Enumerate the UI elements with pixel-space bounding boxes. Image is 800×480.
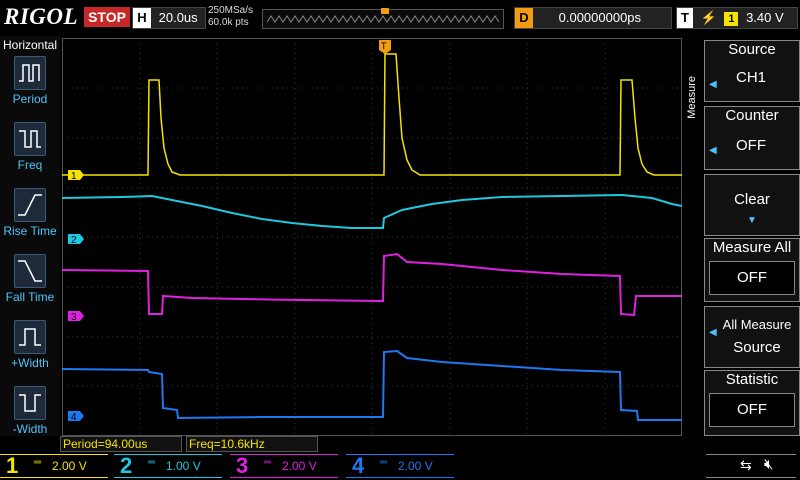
delay-value: 0.00000000ps: [558, 10, 642, 25]
statistic-value: OFF: [709, 393, 795, 427]
system-status-area: ⇆ 🔇︎: [706, 454, 796, 478]
memory-depth: 60.0k pts: [208, 17, 249, 28]
dc-coupling-icon: ═: [380, 457, 388, 468]
trigger-source: 1: [724, 12, 739, 26]
trigger-level: 3.40 V: [746, 10, 784, 25]
rise-time-icon: [14, 188, 46, 222]
speaker-muted-icon[interactable]: 🔇︎: [764, 456, 773, 473]
frequency-measurement: Freq=10.6kHz: [186, 436, 318, 452]
fall-time-icon: [14, 254, 46, 288]
frequency-icon: [14, 122, 46, 156]
svg-text:2: 2: [71, 235, 77, 246]
ch2-marker[interactable]: 2: [68, 234, 84, 246]
clear-softkey[interactable]: Clear ▼: [704, 174, 800, 236]
timebase-value: 20.0us: [158, 10, 198, 25]
ch4-marker[interactable]: 4: [68, 411, 84, 423]
trigger-label: T: [677, 8, 693, 28]
down-arrow-icon: ▼: [747, 215, 757, 226]
counter-value: OFF: [736, 137, 766, 154]
clear-heading: Clear: [734, 191, 770, 208]
ch1-trace: [62, 53, 682, 176]
memory-overview-strip: [262, 8, 504, 29]
measure-negative-width-button[interactable]: -Width: [0, 384, 60, 444]
source-softkey[interactable]: Source ◀ CH1: [704, 40, 800, 102]
all-measure-source-softkey[interactable]: ◀ All Measure Source: [704, 306, 800, 368]
waveform-display[interactable]: 1 2 3 4 T: [62, 38, 682, 436]
svg-text:1: 1: [71, 171, 77, 182]
ch1-status[interactable]: 1 ═ 2.00 V: [0, 454, 112, 478]
dc-coupling-icon: ═: [34, 457, 42, 468]
brand-logo: RIGOL: [4, 4, 79, 29]
period-icon: [14, 56, 46, 90]
measure-menu-title: Measure: [686, 76, 698, 119]
ch3-status[interactable]: 3 ═ 2.00 V: [230, 454, 342, 478]
positive-width-icon: [14, 320, 46, 354]
svg-text:T: T: [381, 41, 387, 51]
source-value: CH1: [735, 69, 766, 86]
dc-coupling-icon: ═: [264, 457, 272, 468]
menu-title: Horizontal: [2, 38, 58, 52]
graticule-grid: [62, 38, 682, 436]
counter-heading: Counter: [725, 107, 779, 124]
ch2-status[interactable]: 2 ═ 1.00 V: [114, 454, 226, 478]
delay-readout[interactable]: D 0.00000000ps: [514, 7, 672, 29]
ch4-status[interactable]: 4 ═ 2.00 V: [346, 454, 458, 478]
negative-width-icon: [14, 386, 46, 420]
all-measure-label: All Measure: [722, 317, 792, 332]
horizontal-label: H: [133, 8, 151, 28]
trigger-position-marker[interactable]: T: [379, 40, 391, 54]
measure-all-value: OFF: [709, 261, 795, 295]
measure-rise-time-button[interactable]: Rise Time: [0, 186, 60, 246]
counter-softkey[interactable]: Counter ◀ OFF: [704, 106, 800, 170]
measure-fall-time-button[interactable]: Fall Time: [0, 252, 60, 312]
svg-text:3: 3: [71, 312, 77, 323]
ch1-marker[interactable]: 1: [68, 170, 84, 182]
trigger-position-marker-small: [381, 8, 389, 14]
horizontal-measure-menu: Horizontal Period Freq Rise Time Fall Ti…: [0, 36, 60, 436]
top-status-bar: RIGOL STOP H 20.0us 250MSa/s 60.0k pts D…: [0, 0, 800, 36]
trigger-readout[interactable]: T ⚡ 1 3.40 V: [676, 7, 798, 29]
acquisition-info: 250MSa/s 60.0k pts: [208, 5, 253, 29]
statistic-softkey[interactable]: Statistic OFF: [704, 370, 800, 436]
measure-all-heading: Measure All: [712, 239, 792, 256]
usb-icon: ⇆: [740, 457, 752, 473]
all-measure-source-label: Source: [733, 339, 781, 356]
statistic-heading: Statistic: [725, 371, 779, 388]
delay-label: D: [515, 8, 533, 28]
bottom-status-bar: Period=94.00us Freq=10.6kHz 1 ═ 2.00 V 2…: [0, 436, 800, 480]
dc-coupling-icon: ═: [148, 457, 156, 468]
timebase-readout[interactable]: H 20.0us: [132, 7, 206, 29]
measure-all-softkey[interactable]: Measure All OFF: [704, 238, 800, 302]
measure-positive-width-button[interactable]: +Width: [0, 318, 60, 378]
measure-menu: Measure Source ◀ CH1 Counter ◀ OFF Clear…: [684, 36, 800, 436]
measure-period-button[interactable]: Period: [0, 54, 60, 114]
ch3-marker[interactable]: 3: [68, 311, 84, 323]
measure-freq-button[interactable]: Freq: [0, 120, 60, 180]
rising-edge-icon: ⚡: [700, 10, 717, 25]
period-measurement: Period=94.00us: [60, 436, 182, 452]
run-stop-status[interactable]: STOP: [84, 7, 130, 27]
svg-text:4: 4: [71, 412, 77, 423]
source-heading: Source: [728, 41, 776, 58]
sample-rate: 250MSa/s: [208, 5, 254, 16]
